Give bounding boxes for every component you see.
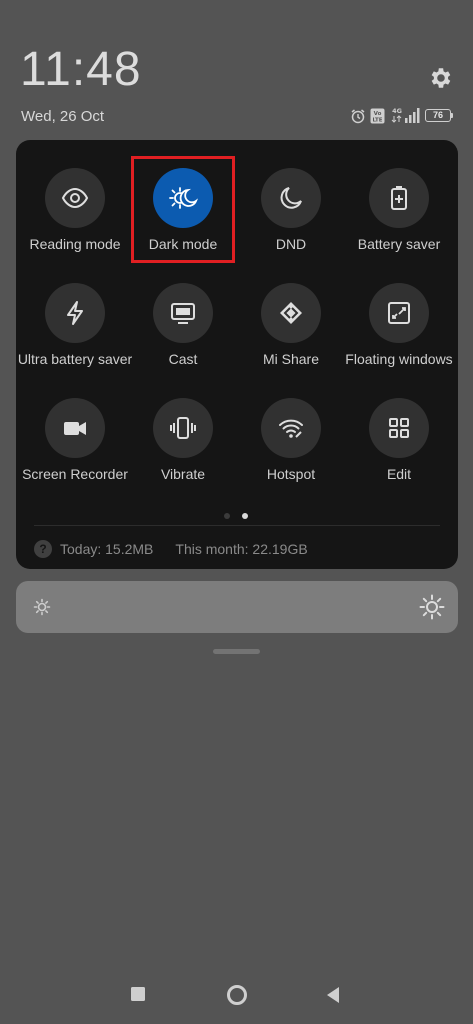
signal-icon bbox=[405, 108, 420, 123]
tile-label: Ultra battery saver bbox=[17, 351, 133, 367]
page-dot-1 bbox=[224, 513, 230, 519]
settings-gear-icon[interactable] bbox=[427, 65, 453, 91]
data-usage-today: Today: 15.2MB bbox=[60, 541, 154, 557]
eye-icon bbox=[61, 187, 89, 209]
vibrate-icon bbox=[170, 417, 196, 439]
brightness-high-icon bbox=[419, 594, 445, 620]
tile-reading-mode[interactable]: Reading mode bbox=[21, 140, 129, 252]
4g-icon: 4G bbox=[391, 107, 402, 123]
hotspot-button[interactable] bbox=[261, 398, 321, 458]
mi-share-icon bbox=[280, 302, 302, 324]
help-icon: ? bbox=[34, 540, 52, 558]
svg-text:LTE: LTE bbox=[372, 118, 382, 124]
floating-windows-button[interactable] bbox=[369, 283, 429, 343]
quick-settings-panel: Reading mode Dark mode DND Battery saver… bbox=[16, 140, 458, 569]
tile-label: Cast bbox=[168, 351, 198, 367]
tile-cast[interactable]: Cast bbox=[129, 255, 237, 367]
cast-button[interactable] bbox=[153, 283, 213, 343]
tile-label: Edit bbox=[386, 466, 412, 482]
drag-handle[interactable] bbox=[213, 649, 260, 654]
dark-mode-highlight bbox=[131, 156, 235, 263]
tile-battery-saver[interactable]: Battery saver bbox=[345, 140, 453, 252]
tile-ultra-battery-saver[interactable]: Ultra battery saver bbox=[18, 255, 132, 367]
tile-vibrate[interactable]: Vibrate bbox=[129, 370, 237, 482]
data-usage[interactable]: ? Today: 15.2MB This month: 22.19GB bbox=[34, 540, 308, 558]
screen-recorder-button[interactable] bbox=[45, 398, 105, 458]
edit-button[interactable] bbox=[369, 398, 429, 458]
cast-icon bbox=[171, 303, 195, 324]
status-bar: Vo LTE 4G 76 bbox=[348, 106, 456, 126]
svg-text:Vo: Vo bbox=[374, 111, 382, 117]
page-dot-2 bbox=[242, 513, 248, 519]
brightness-low-icon bbox=[33, 598, 51, 616]
home-button[interactable] bbox=[226, 984, 248, 1006]
tile-dnd[interactable]: DND bbox=[237, 140, 345, 252]
moon-icon bbox=[280, 187, 302, 209]
tile-label: Reading mode bbox=[29, 236, 121, 252]
volte-icon: Vo LTE bbox=[370, 108, 385, 124]
tile-floating-windows[interactable]: Floating windows bbox=[345, 255, 453, 367]
alarm-icon bbox=[351, 109, 365, 124]
floating-windows-icon bbox=[388, 302, 410, 324]
tile-label: DND bbox=[275, 236, 307, 252]
tile-label: Floating windows bbox=[345, 351, 453, 367]
tile-edit[interactable]: Edit bbox=[345, 370, 453, 482]
screen-recorder-icon bbox=[64, 422, 86, 435]
edit-grid-icon bbox=[389, 418, 409, 438]
reading-mode-button[interactable] bbox=[45, 168, 105, 228]
svg-text:4G: 4G bbox=[392, 107, 402, 115]
tile-label: Hotspot bbox=[266, 466, 316, 482]
battery-tip bbox=[451, 113, 453, 118]
tile-hotspot[interactable]: Hotspot bbox=[237, 370, 345, 482]
divider bbox=[34, 525, 440, 526]
dnd-button[interactable] bbox=[261, 168, 321, 228]
recents-button[interactable] bbox=[130, 986, 146, 1002]
brightness-slider[interactable] bbox=[16, 581, 458, 633]
tile-label: Battery saver bbox=[357, 236, 441, 252]
date: Wed, 26 Oct bbox=[21, 108, 105, 125]
battery-saver-button[interactable] bbox=[369, 168, 429, 228]
vibrate-button[interactable] bbox=[153, 398, 213, 458]
ultra-battery-saver-button[interactable] bbox=[45, 283, 105, 343]
bolt-icon bbox=[67, 301, 83, 325]
tile-mi-share[interactable]: Mi Share bbox=[237, 255, 345, 367]
mi-share-button[interactable] bbox=[261, 283, 321, 343]
tile-label: Mi Share bbox=[262, 351, 320, 367]
back-button[interactable] bbox=[325, 986, 341, 1004]
tile-label: Screen Recorder bbox=[22, 466, 128, 482]
data-usage-month: This month: 22.19GB bbox=[175, 541, 308, 557]
tile-label: Vibrate bbox=[160, 466, 206, 482]
hotspot-icon bbox=[279, 419, 303, 438]
battery-icon: 76 bbox=[425, 109, 451, 122]
clock: 11:48 bbox=[20, 43, 142, 96]
tile-screen-recorder[interactable]: Screen Recorder bbox=[21, 370, 129, 482]
battery-saver-icon bbox=[391, 186, 407, 210]
